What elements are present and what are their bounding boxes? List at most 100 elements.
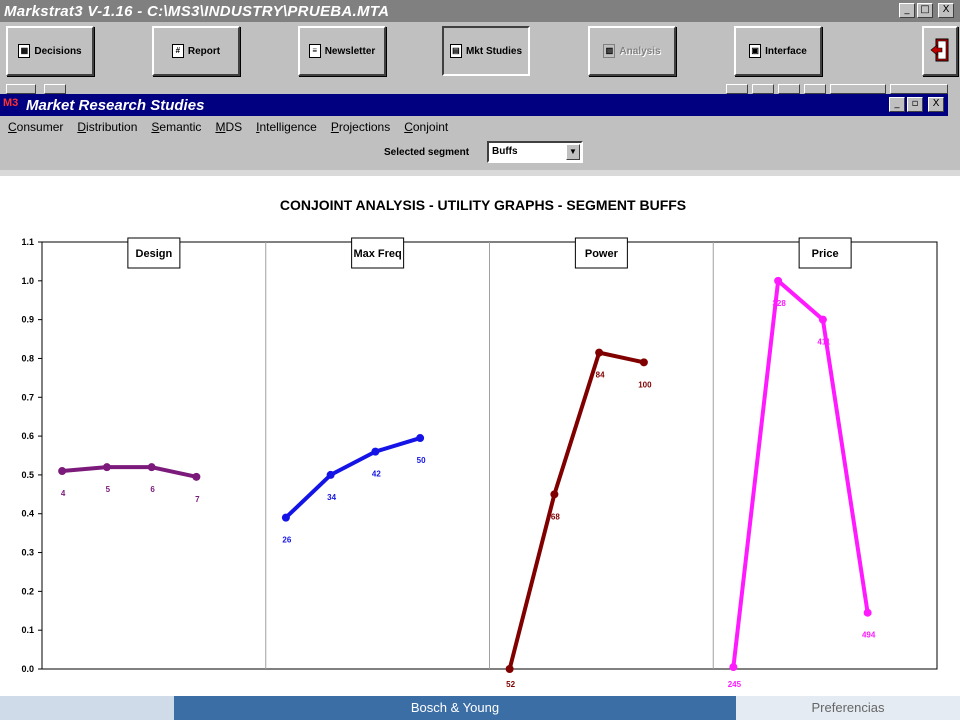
data-point	[639, 358, 648, 367]
minimize-button[interactable]: _	[899, 3, 915, 18]
footer-preferences-link[interactable]: Preferencias	[736, 696, 960, 720]
calculator-icon: ▦	[18, 44, 31, 58]
menu-conjoint[interactable]: Conjoint	[404, 120, 448, 134]
main-toolbar: ▦ Decisions # Report ≡ Newsletter ▤ Mkt …	[0, 22, 960, 94]
studies-close-button[interactable]: X	[928, 97, 944, 112]
exit-button[interactable]	[922, 26, 958, 76]
data-label: 52	[506, 680, 515, 689]
interface-label: Interface	[765, 45, 807, 57]
close-button[interactable]: X	[938, 3, 954, 18]
data-label: 411	[817, 338, 830, 347]
menu-consumer[interactable]: Consumer	[8, 120, 63, 134]
interface-icon: ▣	[749, 44, 762, 58]
utility-graphs-chart: 0.0 0.1 0.2 0.3 0.4 0.5 0.6 0.7 0.8 0.9 1.0 1.1 Desi…	[21, 237, 938, 689]
studies-restore-button[interactable]: ▫	[907, 97, 923, 112]
y-tick-label: 0.5	[21, 470, 34, 480]
studies-menu-bar: Consumer Distribution Semantic MDS Intel…	[0, 116, 948, 138]
strip-button[interactable]	[726, 84, 748, 94]
segment-select[interactable]: Buffs ▼	[487, 141, 583, 163]
y-tick-label: 0.7	[21, 392, 34, 402]
data-point	[416, 434, 425, 443]
mkt-studies-label: Mkt Studies	[465, 45, 523, 57]
data-label: 245	[728, 680, 742, 689]
mkt-studies-button[interactable]: ▤ Mkt Studies	[442, 26, 530, 76]
data-point	[863, 608, 872, 617]
strip-button[interactable]	[890, 84, 948, 94]
data-point	[147, 463, 156, 472]
data-label: 26	[282, 536, 291, 545]
menu-mds[interactable]: MDS	[215, 120, 242, 134]
secondary-toolbar-strip	[0, 84, 960, 94]
data-label: 494	[862, 631, 876, 640]
window-frame-edge	[948, 94, 960, 176]
strip-button[interactable]	[804, 84, 826, 94]
panel-header-label: Price	[812, 248, 839, 260]
app-window: Markstrat3 V-1.16 - C:\MS3\INDUSTRY\PRUE…	[0, 0, 960, 720]
series-line	[731, 278, 870, 668]
decisions-button[interactable]: ▦ Decisions	[6, 26, 94, 76]
report-label: Report	[187, 45, 221, 57]
chevron-down-icon[interactable]: ▼	[566, 144, 580, 160]
data-point	[326, 470, 335, 479]
data-point	[58, 467, 67, 476]
menu-distribution[interactable]: Distribution	[77, 120, 137, 134]
strip-button[interactable]	[778, 84, 800, 94]
data-label: 328	[772, 299, 786, 308]
data-point	[774, 276, 783, 285]
data-point	[192, 472, 201, 481]
analysis-label: Analysis	[619, 45, 661, 57]
y-tick-label: 0.2	[21, 586, 34, 596]
data-point	[102, 463, 111, 472]
y-tick-label: 0.3	[21, 548, 34, 558]
menu-intelligence[interactable]: Intelligence	[256, 120, 317, 134]
data-label: 42	[372, 470, 381, 479]
menu-projections[interactable]: Projections	[331, 120, 390, 134]
m3-logo-icon: M3	[3, 97, 19, 109]
analysis-icon: ▥	[603, 44, 616, 58]
data-point	[281, 513, 290, 522]
strip-button[interactable]	[830, 84, 886, 94]
data-point	[818, 315, 827, 324]
studies-icon: ▤	[449, 44, 462, 58]
data-label: 34	[327, 493, 336, 502]
data-point	[505, 665, 514, 673]
interface-button[interactable]: ▣ Interface	[734, 26, 822, 76]
strip-button[interactable]	[6, 84, 36, 94]
newsletter-button[interactable]: ≡ Newsletter	[298, 26, 386, 76]
panel-header-label: Max Freq	[353, 248, 401, 260]
y-tick-label: 0.9	[21, 315, 34, 325]
report-button[interactable]: # Report	[152, 26, 240, 76]
y-tick-label: 1.0	[21, 276, 34, 286]
panel-header-label: Power	[585, 248, 619, 260]
strip-button[interactable]	[44, 84, 66, 94]
maximize-button[interactable]: □	[917, 3, 933, 18]
data-label: 5	[106, 485, 111, 494]
data-point	[595, 348, 604, 357]
app-title: Markstrat3 V-1.16 - C:\MS3\INDUSTRY\PRUE…	[4, 2, 390, 20]
footer-credit: Bosch & Young	[174, 696, 736, 720]
y-tick-label: 0.8	[21, 353, 34, 363]
selected-segment-label: Selected segment	[384, 147, 470, 158]
analysis-button[interactable]: ▥ Analysis	[588, 26, 676, 76]
segment-value: Buffs	[492, 146, 518, 157]
report-icon: #	[171, 44, 184, 58]
series-line	[61, 465, 197, 479]
studies-window-title-bar[interactable]: M3 Market Research Studies _ ▫ X	[0, 94, 948, 116]
decisions-label: Decisions	[34, 45, 82, 57]
data-label: 50	[417, 456, 426, 465]
y-tick-label: 0.1	[21, 625, 34, 635]
menu-semantic[interactable]: Semantic	[151, 120, 201, 134]
y-tick-label: 0.6	[21, 431, 34, 441]
data-label: 4	[61, 489, 66, 498]
studies-minimize-button[interactable]: _	[889, 97, 905, 112]
y-tick-label: 0.4	[21, 509, 34, 519]
data-label: 84	[596, 371, 605, 380]
app-title-bar[interactable]: Markstrat3 V-1.16 - C:\MS3\INDUSTRY\PRUE…	[0, 0, 960, 22]
series-line	[284, 436, 421, 520]
data-label: 100	[638, 380, 652, 389]
strip-button[interactable]	[752, 84, 774, 94]
y-tick-label: 1.1	[21, 237, 34, 247]
footer-bar: Bosch & Young Preferencias	[0, 696, 960, 720]
studies-window-title: Market Research Studies	[26, 96, 205, 114]
exit-door-icon	[930, 38, 949, 62]
